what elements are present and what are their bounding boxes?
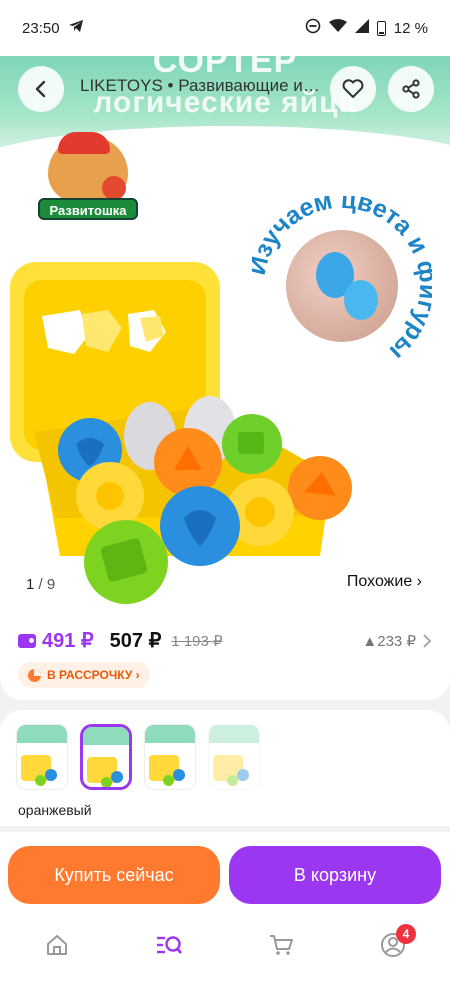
egg-tray-illustration (10, 262, 352, 604)
cart-icon (270, 935, 293, 955)
pager-separator: / (34, 576, 47, 593)
wifi-icon (328, 19, 347, 37)
nav-home[interactable] (42, 930, 72, 960)
nav-profile[interactable]: 4 (378, 924, 416, 960)
selected-variant-label: оранжевый (18, 802, 92, 818)
favorite-button[interactable] (330, 66, 376, 112)
nav-catalog[interactable] (154, 930, 184, 960)
price-delta: ▲233 ₽ (362, 632, 416, 650)
pager-total: 9 (46, 576, 56, 593)
variant-thumb-3[interactable] (144, 724, 196, 790)
chevron-left-icon (35, 80, 46, 98)
brand-tag: Развитошка (38, 198, 138, 220)
wallet-price: 491 ₽ (42, 630, 94, 652)
share-button[interactable] (388, 66, 434, 112)
pie-chart-icon (28, 668, 41, 682)
current-price: 507 ₽ (109, 630, 162, 652)
catalog-search-icon (157, 936, 182, 954)
add-to-cart-button[interactable]: В корзину (229, 846, 441, 904)
similar-link[interactable]: Похожие › (347, 573, 422, 591)
nav-cart[interactable] (266, 930, 296, 960)
variant-thumb-2[interactable] (80, 724, 132, 790)
heart-icon (342, 79, 364, 98)
installment-button[interactable]: В РАССРОЧКУ › (18, 662, 150, 688)
image-pager: 1 / 9 (26, 576, 55, 593)
home-icon (47, 935, 67, 955)
back-button[interactable] (18, 66, 64, 112)
status-bar: 23:50 12 % (0, 0, 450, 56)
battery-icon (376, 20, 386, 36)
product-title: LIKETOYS • Развивающие игрушки (80, 76, 325, 95)
variant-thumb-4[interactable] (208, 724, 260, 790)
price-history-link[interactable]: ▲233 ₽ (362, 632, 432, 650)
battery-percent: 12 % (393, 19, 428, 37)
bottom-nav: 4 (0, 916, 450, 1000)
profile-notification-badge: 4 (396, 924, 416, 944)
status-time: 23:50 (22, 19, 60, 37)
product-image-gallery[interactable]: СОРТЕР логические яйца LIKETOYS • Развив… (0, 56, 450, 606)
variant-selector: оранжевый (0, 710, 450, 826)
telegram-icon (68, 19, 84, 37)
share-icon (402, 79, 420, 99)
chevron-right-icon (423, 633, 432, 648)
variant-thumb-1[interactable] (16, 724, 68, 790)
price-card: 491 ₽ 507 ₽ 1 193 ₽ ▲233 ₽ В РАССРОЧКУ › (0, 606, 450, 700)
installment-label: В РАССРОЧКУ › (47, 668, 140, 682)
buy-now-button[interactable]: Купить сейчас (8, 846, 220, 904)
wallet-icon (18, 633, 36, 648)
action-bar: Купить сейчас В корзину (0, 832, 450, 916)
dnd-icon (305, 18, 321, 38)
old-price: 1 193 ₽ (171, 632, 223, 650)
signal-icon (354, 19, 369, 37)
brand-mascot: Развитошка (38, 132, 138, 222)
